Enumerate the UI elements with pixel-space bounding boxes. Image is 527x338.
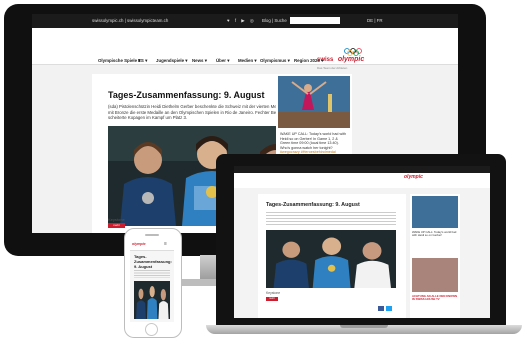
nav-item[interactable]: Olympismus ▾	[260, 58, 290, 64]
laptop-logo[interactable]: olympic	[404, 174, 423, 180]
phone-menu-icon[interactable]: ≡	[164, 241, 167, 247]
laptop-gymnast-photo[interactable]	[412, 196, 458, 228]
laptop-nav: olympic	[234, 173, 490, 188]
laptop-photo-caption: Keystone	[266, 291, 281, 295]
top-bar-sites[interactable]: swissolympic.ch | swissolympicteam.ch	[92, 18, 168, 23]
laptop-twitter-share-icon[interactable]	[386, 306, 392, 311]
swiss-olympic-logo[interactable]: swiss olympic Das Team der Athleten	[317, 48, 377, 72]
laptop-sidebar-photo-2[interactable]	[412, 258, 458, 292]
nav-item[interactable]: Medien ▾	[238, 58, 257, 64]
phone-article-title[interactable]: Tages-Zusammenfassung: 9. August	[134, 254, 172, 269]
laptop-sidebar-text-2: ACHTUNG AN ALLE DEN KNOWN IN SWISS HOUSE…	[412, 294, 458, 302]
nav-item[interactable]: ES ▾	[138, 58, 147, 64]
search-input[interactable]	[290, 17, 340, 24]
gymnast-image	[278, 76, 350, 128]
logo-word-2: olympic	[337, 56, 365, 63]
laptop-article-photo[interactable]	[266, 230, 396, 288]
nav-item[interactable]: News ▾	[192, 58, 207, 64]
laptop-sidebar: WAKE UP CALL: Today's world had with Hei…	[410, 194, 460, 318]
photo-caption: Keystone	[108, 217, 125, 222]
laptop-article: Tages-Zusammenfassung: 9. August Keyston…	[258, 194, 406, 318]
article-title[interactable]: Tages-Zusammenfassung: 9. August	[108, 90, 265, 100]
nav-item[interactable]: Über ▾	[216, 58, 229, 64]
laptop-article-lead	[266, 212, 396, 226]
phone-speaker	[145, 234, 159, 236]
top-bar-links[interactable]: Blog | Suche	[262, 18, 287, 23]
top-bar: swissolympic.ch | swissolympicteam.ch ♥ …	[32, 14, 458, 28]
sidebar-post-main: WAKE UP CALL: Today's world had with Hei…	[280, 132, 347, 150]
laptop-medalists-photo	[266, 230, 396, 288]
language-switch[interactable]: DE | FR	[367, 18, 383, 23]
laptop-facebook-share-icon[interactable]	[378, 306, 384, 311]
gymnast-photo[interactable]	[278, 76, 350, 128]
nav-item[interactable]: Olympische Spiele ▾	[98, 58, 140, 64]
logo-tagline: Das Team der Athleten	[317, 66, 348, 70]
phone-home-button[interactable]	[145, 323, 158, 336]
laptop-article-title[interactable]: Tages-Zusammenfassung: 9. August	[266, 202, 360, 208]
social-icons[interactable]: ♥ f ▶ ◎	[227, 18, 256, 24]
sidebar-post-text: WAKE UP CALL: Today's world had with Hei…	[280, 132, 348, 155]
phone-logo[interactable]: olympic	[132, 242, 146, 246]
read-more-button[interactable]: mehr	[108, 223, 125, 228]
phone-article-photo[interactable]	[134, 281, 170, 319]
laptop-screen: olympic Tages-Zusammenfassung: 9. August…	[234, 166, 490, 318]
laptop-top-bar	[234, 166, 490, 173]
laptop-notch	[340, 325, 388, 328]
laptop-sidebar-text: WAKE UP CALL: Today's world had with Hei…	[412, 230, 457, 238]
nav-item[interactable]: Region 2026 ▾	[294, 58, 323, 64]
olympic-rings-icon	[344, 48, 362, 56]
phone-article-lead	[134, 270, 170, 278]
phone-screen: olympic ≡ Tages-Zusammenfassung: 9. Augu…	[130, 240, 174, 322]
nav-item[interactable]: Jugendspiele ▾	[156, 58, 187, 64]
phone-header: olympic ≡	[130, 240, 174, 251]
laptop-read-more-button[interactable]: mehr	[266, 297, 278, 301]
phone-medalists-photo	[134, 281, 170, 319]
